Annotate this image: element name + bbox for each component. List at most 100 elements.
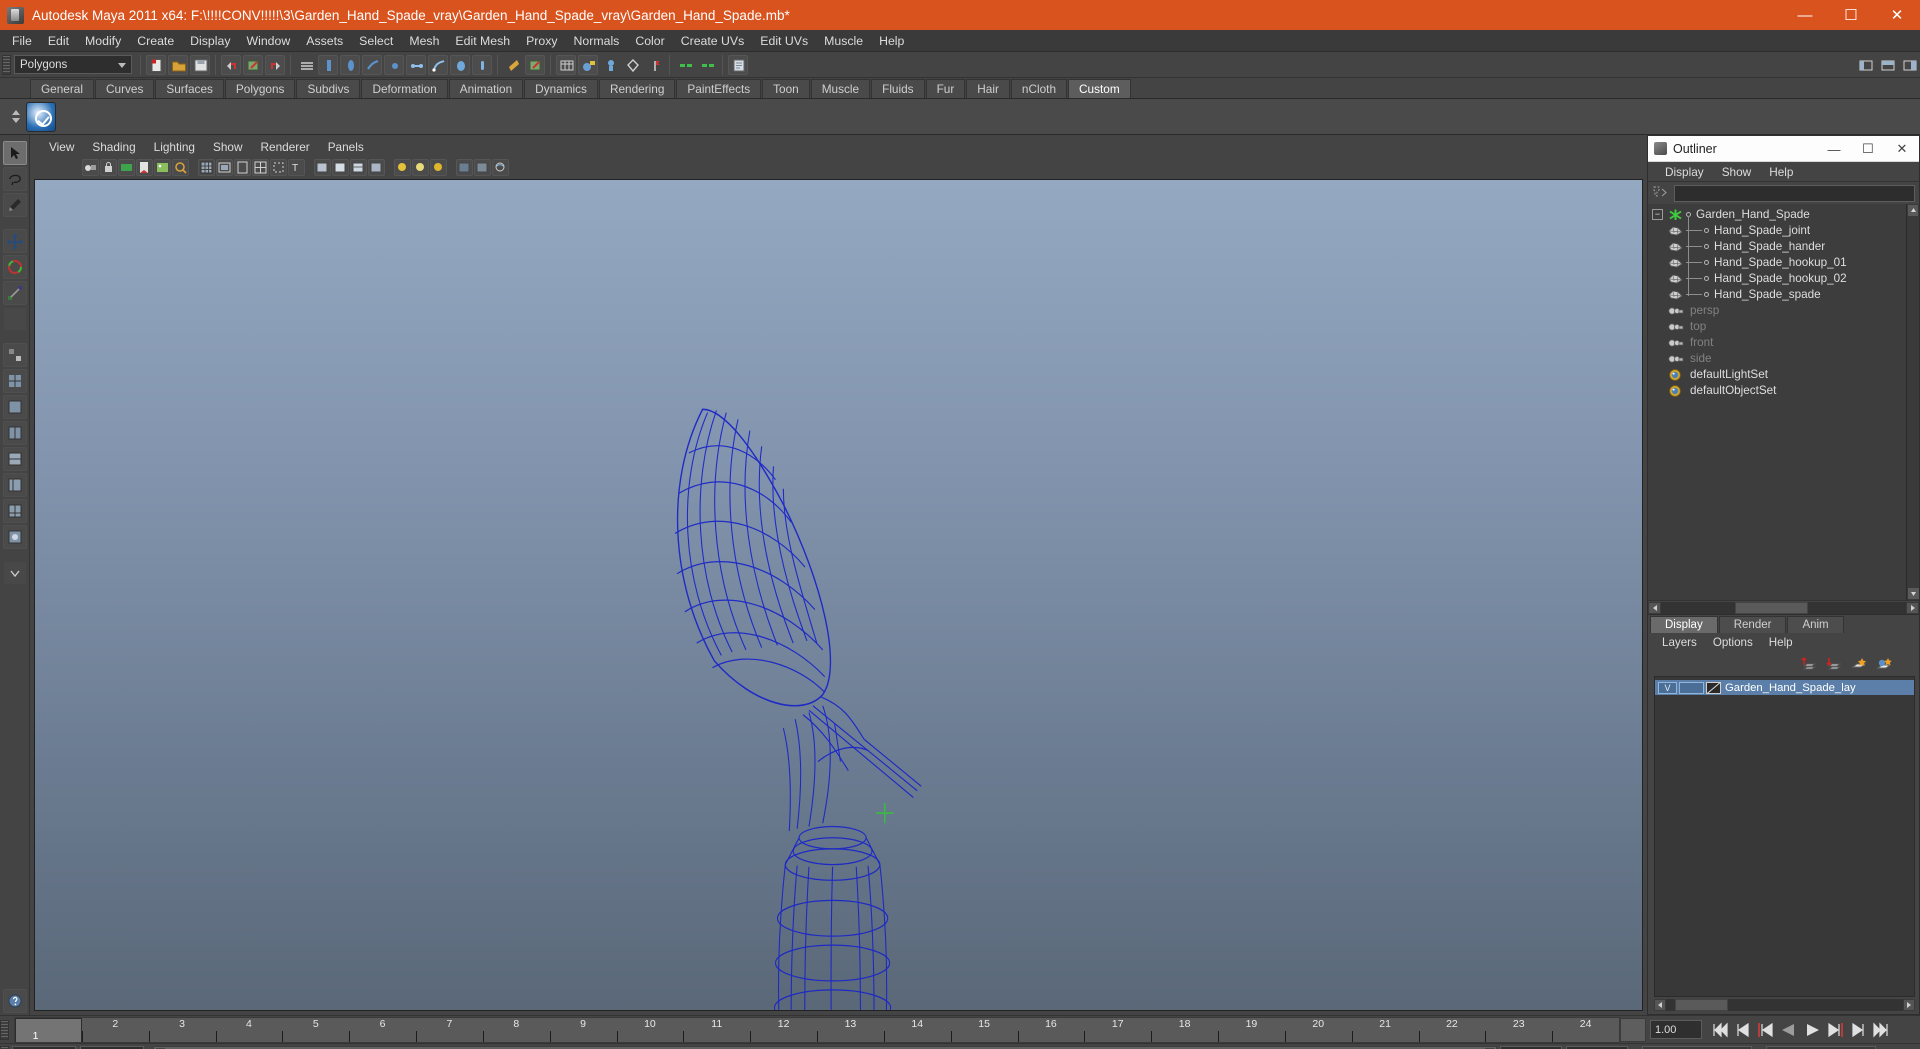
minimize-button[interactable]: —: [1782, 0, 1828, 30]
shelf-item-custom-icon[interactable]: [26, 101, 56, 132]
scroll-track[interactable]: [1661, 601, 1906, 614]
menu-item-mesh[interactable]: Mesh: [401, 31, 447, 51]
two-pane-layout-icon[interactable]: [2, 421, 27, 445]
soft-modification-tool[interactable]: [2, 307, 27, 331]
redo-alt-icon[interactable]: [265, 54, 285, 75]
film-gate-icon[interactable]: [216, 158, 233, 176]
rotate-tool[interactable]: [2, 255, 27, 279]
move-layer-down-icon[interactable]: [1826, 656, 1843, 671]
help-tool-icon[interactable]: [2, 989, 27, 1013]
auto-key-icon[interactable]: [1876, 1046, 1898, 1049]
snap-align-tool[interactable]: [2, 343, 27, 367]
animation-preferences-icon[interactable]: [1898, 1046, 1920, 1049]
display-layer-row[interactable]: V Garden_Hand_Spade_lay: [1655, 680, 1914, 695]
sidebar-toggle-c-icon[interactable]: [1899, 55, 1919, 75]
step-forward-key-button[interactable]: [1846, 1020, 1869, 1040]
menu-item-create-uvs[interactable]: Create UVs: [673, 31, 753, 51]
perspective-viewport[interactable]: y: [34, 179, 1643, 1011]
save-scene-icon[interactable]: [190, 54, 210, 75]
viewport-menu-view[interactable]: View: [40, 139, 83, 155]
snap-to-curve-icon[interactable]: [503, 55, 523, 75]
surface-mask-icon[interactable]: [450, 54, 470, 75]
scroll-thumb[interactable]: [1734, 601, 1808, 614]
new-scene-icon[interactable]: [146, 54, 166, 75]
time-slider-track[interactable]: 1234567891011121314151617181920212223241: [14, 1016, 1620, 1043]
hypergraph-layout-icon[interactable]: [2, 447, 27, 471]
play-backwards-button[interactable]: [1777, 1020, 1800, 1040]
scroll-left-arrow[interactable]: [1648, 601, 1661, 614]
graph-editor-layout-icon[interactable]: [2, 499, 27, 523]
menu-item-help[interactable]: Help: [871, 31, 912, 51]
outliner-item-top[interactable]: top: [1648, 318, 1919, 334]
outliner-expander[interactable]: −: [1652, 208, 1663, 220]
shelf-tab-rendering[interactable]: Rendering: [598, 79, 676, 98]
undo-icon[interactable]: [221, 54, 241, 75]
layers-scroll-thumb[interactable]: [1675, 999, 1728, 1011]
viewport-menu-renderer[interactable]: Renderer: [252, 139, 319, 155]
viewport-menu-panels[interactable]: Panels: [319, 139, 373, 155]
object-mode-icon[interactable]: [340, 54, 360, 75]
shelf-tab-hair[interactable]: Hair: [966, 79, 1010, 98]
layout-more-button[interactable]: [2, 561, 27, 585]
curve-mask-icon[interactable]: [428, 54, 448, 75]
render-flag-icon[interactable]: [644, 55, 664, 75]
persp-layout-icon[interactable]: [2, 395, 27, 419]
component-mode-icon[interactable]: [362, 54, 382, 75]
shelf-tab-fluids[interactable]: Fluids: [871, 79, 925, 98]
scroll-right-arrow[interactable]: [1906, 601, 1919, 614]
layers-scroll-left-arrow[interactable]: [1654, 999, 1666, 1011]
outliner-item-front[interactable]: front: [1648, 334, 1919, 350]
outliner-item-persp[interactable]: persp: [1648, 302, 1919, 318]
move-tool[interactable]: [2, 229, 27, 253]
menu-item-muscle[interactable]: Muscle: [816, 31, 871, 51]
layers-scroll-track[interactable]: [1666, 999, 1903, 1011]
outliner-minimize-button[interactable]: —: [1817, 136, 1851, 162]
menu-item-color[interactable]: Color: [627, 31, 672, 51]
layer-editor-tab-anim[interactable]: Anim: [1787, 616, 1844, 633]
deformation-mask-icon[interactable]: [472, 54, 492, 75]
go-to-end-button[interactable]: [1869, 1020, 1892, 1040]
select-tool[interactable]: [2, 141, 27, 165]
shelf-tab-muscle[interactable]: Muscle: [810, 79, 871, 98]
current-time-field[interactable]: 1.00: [1650, 1020, 1702, 1039]
outliner-horizontal-scrollbar[interactable]: [1648, 600, 1919, 614]
paint-selection-tool[interactable]: [2, 193, 27, 217]
select-by-component-icon[interactable]: [384, 54, 404, 75]
shelf-tab-ncloth[interactable]: nCloth: [1010, 79, 1068, 98]
select-camera-icon[interactable]: [82, 158, 99, 176]
current-time-indicator[interactable]: [15, 1017, 82, 1042]
two-d-pan-zoom-icon[interactable]: [172, 158, 189, 176]
menu-item-select[interactable]: Select: [351, 31, 401, 51]
smooth-preview-icon[interactable]: [492, 158, 509, 176]
outliner-close-button[interactable]: ✕: [1885, 136, 1919, 162]
shadows-icon[interactable]: [430, 158, 447, 176]
shelf-tab-custom[interactable]: Custom: [1068, 79, 1131, 98]
layer-playback-toggle[interactable]: [1679, 681, 1704, 694]
use-all-lights-icon[interactable]: [412, 158, 429, 176]
outliner-menu-help[interactable]: Help: [1760, 164, 1802, 180]
menu-item-normals[interactable]: Normals: [566, 31, 628, 51]
outliner-tree[interactable]: − Garden_Hand_Spade Hand_Spade_joint Hand_S…: [1648, 204, 1919, 600]
lock-camera-icon[interactable]: [100, 158, 117, 176]
viewport-menu-shading[interactable]: Shading: [83, 139, 144, 155]
show-editor-2-icon[interactable]: [697, 55, 717, 75]
outliner-filter-icon[interactable]: [1652, 185, 1670, 202]
maximize-button[interactable]: ☐: [1828, 0, 1874, 30]
lasso-tool[interactable]: [2, 167, 27, 191]
outliner-menu-show[interactable]: Show: [1713, 164, 1761, 180]
smooth-shade-all-icon[interactable]: [332, 158, 349, 176]
viewport-menu-lighting[interactable]: Lighting: [145, 139, 204, 155]
menu-item-proxy[interactable]: Proxy: [518, 31, 565, 51]
outliner-maximize-button[interactable]: ☐: [1851, 136, 1885, 162]
sidebar-toggle-b-icon[interactable]: [1877, 55, 1897, 75]
go-to-start-button[interactable]: [1708, 1020, 1731, 1040]
shelf-tab-general[interactable]: General: [30, 79, 94, 98]
open-scene-icon[interactable]: [168, 54, 188, 75]
step-back-frame-button[interactable]: [1754, 1020, 1777, 1040]
bookmark-icon[interactable]: [136, 158, 153, 176]
layer-list-horizontal-scrollbar[interactable]: [1654, 998, 1915, 1012]
display-layer-list[interactable]: V Garden_Hand_Spade_lay: [1654, 676, 1915, 997]
grid-toggle-icon[interactable]: [198, 158, 215, 176]
outliner-item-defaultobjectset[interactable]: defaultObjectSet: [1648, 382, 1919, 398]
outliner-vertical-scrollbar[interactable]: [1906, 204, 1919, 600]
